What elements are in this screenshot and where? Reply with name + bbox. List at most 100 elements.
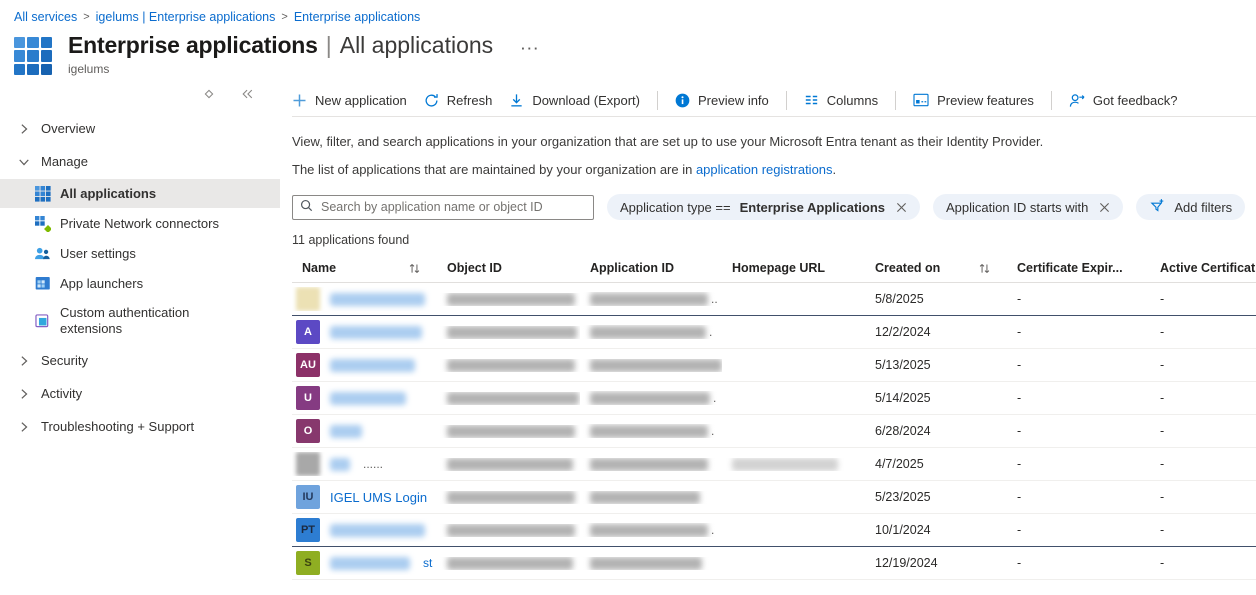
active-certificate-value: - xyxy=(1160,325,1164,339)
application-id-tail-text: . xyxy=(713,391,716,405)
more-options-icon[interactable]: ··· xyxy=(521,41,540,56)
redacted-text xyxy=(330,458,350,471)
application-id-cell: . xyxy=(580,424,722,438)
application-id-cell: .. xyxy=(580,292,722,306)
remove-filter-button[interactable] xyxy=(1099,202,1110,213)
table-row[interactable]: O.6/28/2024-- xyxy=(292,415,1256,448)
active-certificate-value: - xyxy=(1160,391,1164,405)
sidebar-group-troubleshooting-support[interactable]: Troubleshooting + Support xyxy=(0,410,280,443)
redacted-text xyxy=(330,392,406,405)
column-header-label: Created on xyxy=(875,261,940,275)
preview-info-button[interactable]: Preview info xyxy=(675,93,769,108)
table-row[interactable]: AU5/13/2025-- xyxy=(292,349,1256,382)
application-id-cell: . xyxy=(580,391,722,405)
add-filters-label: Add filters xyxy=(1174,200,1232,215)
column-header-homepage-url[interactable]: Homepage URL xyxy=(722,261,865,275)
feedback-icon xyxy=(1069,93,1085,108)
preview-features-button[interactable]: Preview features xyxy=(913,93,1034,108)
application-id-cell: . xyxy=(580,523,722,537)
collapse-icon[interactable] xyxy=(241,88,254,100)
certificate-expiring-value: - xyxy=(1017,292,1021,306)
name-cell xyxy=(292,287,437,311)
sidebar-item-all-applications[interactable]: All applications xyxy=(0,179,280,208)
filter-pill[interactable]: Application ID starts with xyxy=(933,194,1123,220)
sidebar-group-label: Troubleshooting + Support xyxy=(41,419,194,434)
table-row[interactable]: ......4/7/2025-- xyxy=(292,448,1256,481)
column-header-name[interactable]: Name xyxy=(292,261,437,275)
redacted-text xyxy=(590,491,700,504)
column-header-certificate-expir-[interactable]: Certificate Expir... xyxy=(1007,261,1150,275)
app-icon-cell xyxy=(41,37,52,48)
chevron-right-icon xyxy=(18,123,30,135)
sidebar-group-label: Activity xyxy=(41,386,82,401)
app-icon-cell xyxy=(14,50,25,61)
search-icon xyxy=(300,199,313,215)
object-id-cell xyxy=(437,326,580,339)
created-on-cell: 5/14/2025 xyxy=(865,391,1007,405)
add-filters-button[interactable]: Add filters xyxy=(1136,194,1245,220)
table-row[interactable]: PT.10/1/2024-- xyxy=(292,514,1256,547)
column-header-object-id[interactable]: Object ID xyxy=(437,261,580,275)
chevron-down-icon xyxy=(18,156,30,168)
certificate-expiring-cell: - xyxy=(1007,457,1150,471)
toolbar-divider xyxy=(657,91,658,110)
redacted-text xyxy=(732,458,838,471)
certificate-expiring-value: - xyxy=(1017,523,1021,537)
table-row[interactable]: U.5/14/2025-- xyxy=(292,382,1256,415)
app-icon-cell xyxy=(14,37,25,48)
sidebar-item-label: User settings xyxy=(60,246,136,262)
active-certificate-cell: - xyxy=(1150,424,1256,438)
sidebar-group-label: Overview xyxy=(41,121,95,136)
sidebar-item-custom-authentication-extensions[interactable]: Custom authentication extensions xyxy=(0,299,280,343)
column-header-active-certificat-[interactable]: Active Certificat... xyxy=(1150,261,1256,275)
refresh-button[interactable]: Refresh xyxy=(424,93,493,108)
created-on-value: 12/2/2024 xyxy=(875,325,931,339)
got-feedback--button[interactable]: Got feedback? xyxy=(1069,93,1178,108)
page-header: Enterprise applications | All applicatio… xyxy=(0,24,1256,76)
column-header-created-on[interactable]: Created on xyxy=(865,261,1007,275)
table-header-row: NameObject IDApplication IDHomepage URL C… xyxy=(292,254,1256,283)
table-row[interactable]: Sst12/19/2024-- xyxy=(292,547,1256,580)
remove-filter-button[interactable] xyxy=(896,202,907,213)
sidebar-item-private-network-connectors[interactable]: Private Network connectors xyxy=(0,209,280,238)
application-registrations-link[interactable]: application registrations xyxy=(696,162,833,177)
app-icon-cell xyxy=(27,64,38,75)
sidebar-item-app-launchers[interactable]: App launchers xyxy=(0,269,280,298)
sidebar-item-label: Custom authentication extensions xyxy=(60,305,230,337)
user-settings-icon xyxy=(34,246,51,261)
breadcrumb: All services>igelums | Enterprise applic… xyxy=(0,0,1256,24)
column-header-application-id[interactable]: Application ID xyxy=(580,261,722,275)
certificate-expiring-cell: - xyxy=(1007,490,1150,504)
table-row[interactable]: IUIGEL UMS Login5/23/2025-- xyxy=(292,481,1256,514)
sidebar-item-user-settings[interactable]: User settings xyxy=(0,239,280,268)
chevron-right-icon xyxy=(18,388,30,400)
app-launchers-icon xyxy=(34,275,51,292)
sidebar-group-activity[interactable]: Activity xyxy=(0,377,280,410)
columns-button[interactable]: Columns xyxy=(804,93,878,108)
chevron-right-icon xyxy=(18,355,30,367)
new-application-button[interactable]: New application xyxy=(292,93,407,108)
filter-pill[interactable]: Application type ==Enterprise Applicatio… xyxy=(607,194,920,220)
search-box[interactable] xyxy=(292,195,594,220)
application-name-link[interactable]: IGEL UMS Login xyxy=(330,490,427,505)
toolbar-button-label: Preview features xyxy=(937,93,1034,108)
redacted-text xyxy=(590,359,722,372)
redacted-text xyxy=(447,458,573,471)
sidebar-group-security[interactable]: Security xyxy=(0,344,280,377)
table-row[interactable]: A.12/2/2024-- xyxy=(292,316,1256,349)
certificate-expiring-value: - xyxy=(1017,556,1021,570)
sidebar-group-overview[interactable]: Overview xyxy=(0,112,280,145)
download-export--button[interactable]: Download (Export) xyxy=(509,93,640,108)
active-certificate-value: - xyxy=(1160,523,1164,537)
diamond-icon[interactable] xyxy=(203,88,215,100)
search-input[interactable] xyxy=(319,199,586,215)
application-id-cell xyxy=(580,359,722,372)
table-row[interactable]: ..5/8/2025-- xyxy=(292,283,1256,316)
redacted-text xyxy=(447,491,575,504)
breadcrumb-link[interactable]: Enterprise applications xyxy=(294,10,420,24)
breadcrumb-link[interactable]: igelums | Enterprise applications xyxy=(96,10,276,24)
breadcrumb-link[interactable]: All services xyxy=(14,10,77,24)
avatar xyxy=(296,452,320,476)
sidebar-group-manage[interactable]: Manage xyxy=(0,145,280,178)
avatar: U xyxy=(296,386,320,410)
